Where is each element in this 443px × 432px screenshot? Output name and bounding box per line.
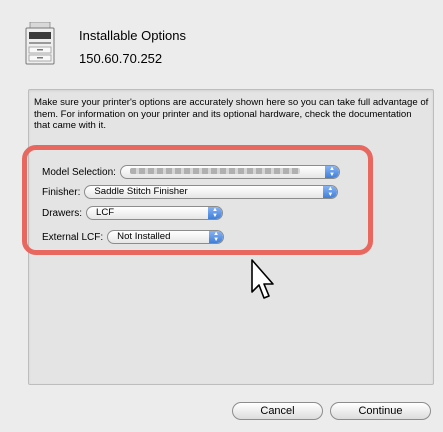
up-down-arrows-icon: ▲ ▼ bbox=[324, 166, 339, 178]
drawers-popup[interactable]: LCF ▲ ▼ bbox=[86, 206, 224, 220]
model-selection-row: Model Selection: ▲ ▼ bbox=[42, 164, 340, 180]
printer-address: 150.60.70.252 bbox=[79, 51, 163, 66]
finisher-value: Saddle Stitch Finisher bbox=[94, 186, 188, 197]
external-lcf-label: External LCF: bbox=[42, 231, 104, 243]
model-selection-popup[interactable]: ▲ ▼ bbox=[119, 165, 340, 179]
external-lcf-row: External LCF: Not Installed ▲ ▼ bbox=[42, 229, 225, 245]
blurred-model-name bbox=[129, 168, 300, 175]
printer-icon bbox=[25, 22, 55, 65]
up-down-arrows-icon: ▲ ▼ bbox=[209, 231, 224, 243]
external-lcf-popup[interactable]: Not Installed ▲ ▼ bbox=[107, 230, 225, 244]
finisher-row: Finisher: Saddle Stitch Finisher ▲ ▼ bbox=[42, 184, 339, 200]
instruction-text: Make sure your printer's options are acc… bbox=[34, 97, 429, 132]
up-down-arrows-icon: ▲ ▼ bbox=[323, 186, 338, 198]
continue-button[interactable]: Continue bbox=[330, 402, 431, 420]
dialog-title: Installable Options bbox=[79, 28, 186, 43]
mouse-pointer-icon bbox=[251, 259, 274, 299]
drawers-label: Drawers: bbox=[42, 207, 83, 219]
finisher-popup[interactable]: Saddle Stitch Finisher ▲ ▼ bbox=[84, 185, 339, 199]
finisher-label: Finisher: bbox=[42, 186, 81, 198]
up-down-arrows-icon: ▲ ▼ bbox=[208, 207, 223, 219]
drawers-row: Drawers: LCF ▲ ▼ bbox=[42, 205, 224, 221]
model-selection-label: Model Selection: bbox=[42, 166, 116, 178]
drawers-value: LCF bbox=[96, 207, 115, 218]
external-lcf-value: Not Installed bbox=[117, 231, 171, 242]
cancel-button[interactable]: Cancel bbox=[232, 402, 323, 420]
